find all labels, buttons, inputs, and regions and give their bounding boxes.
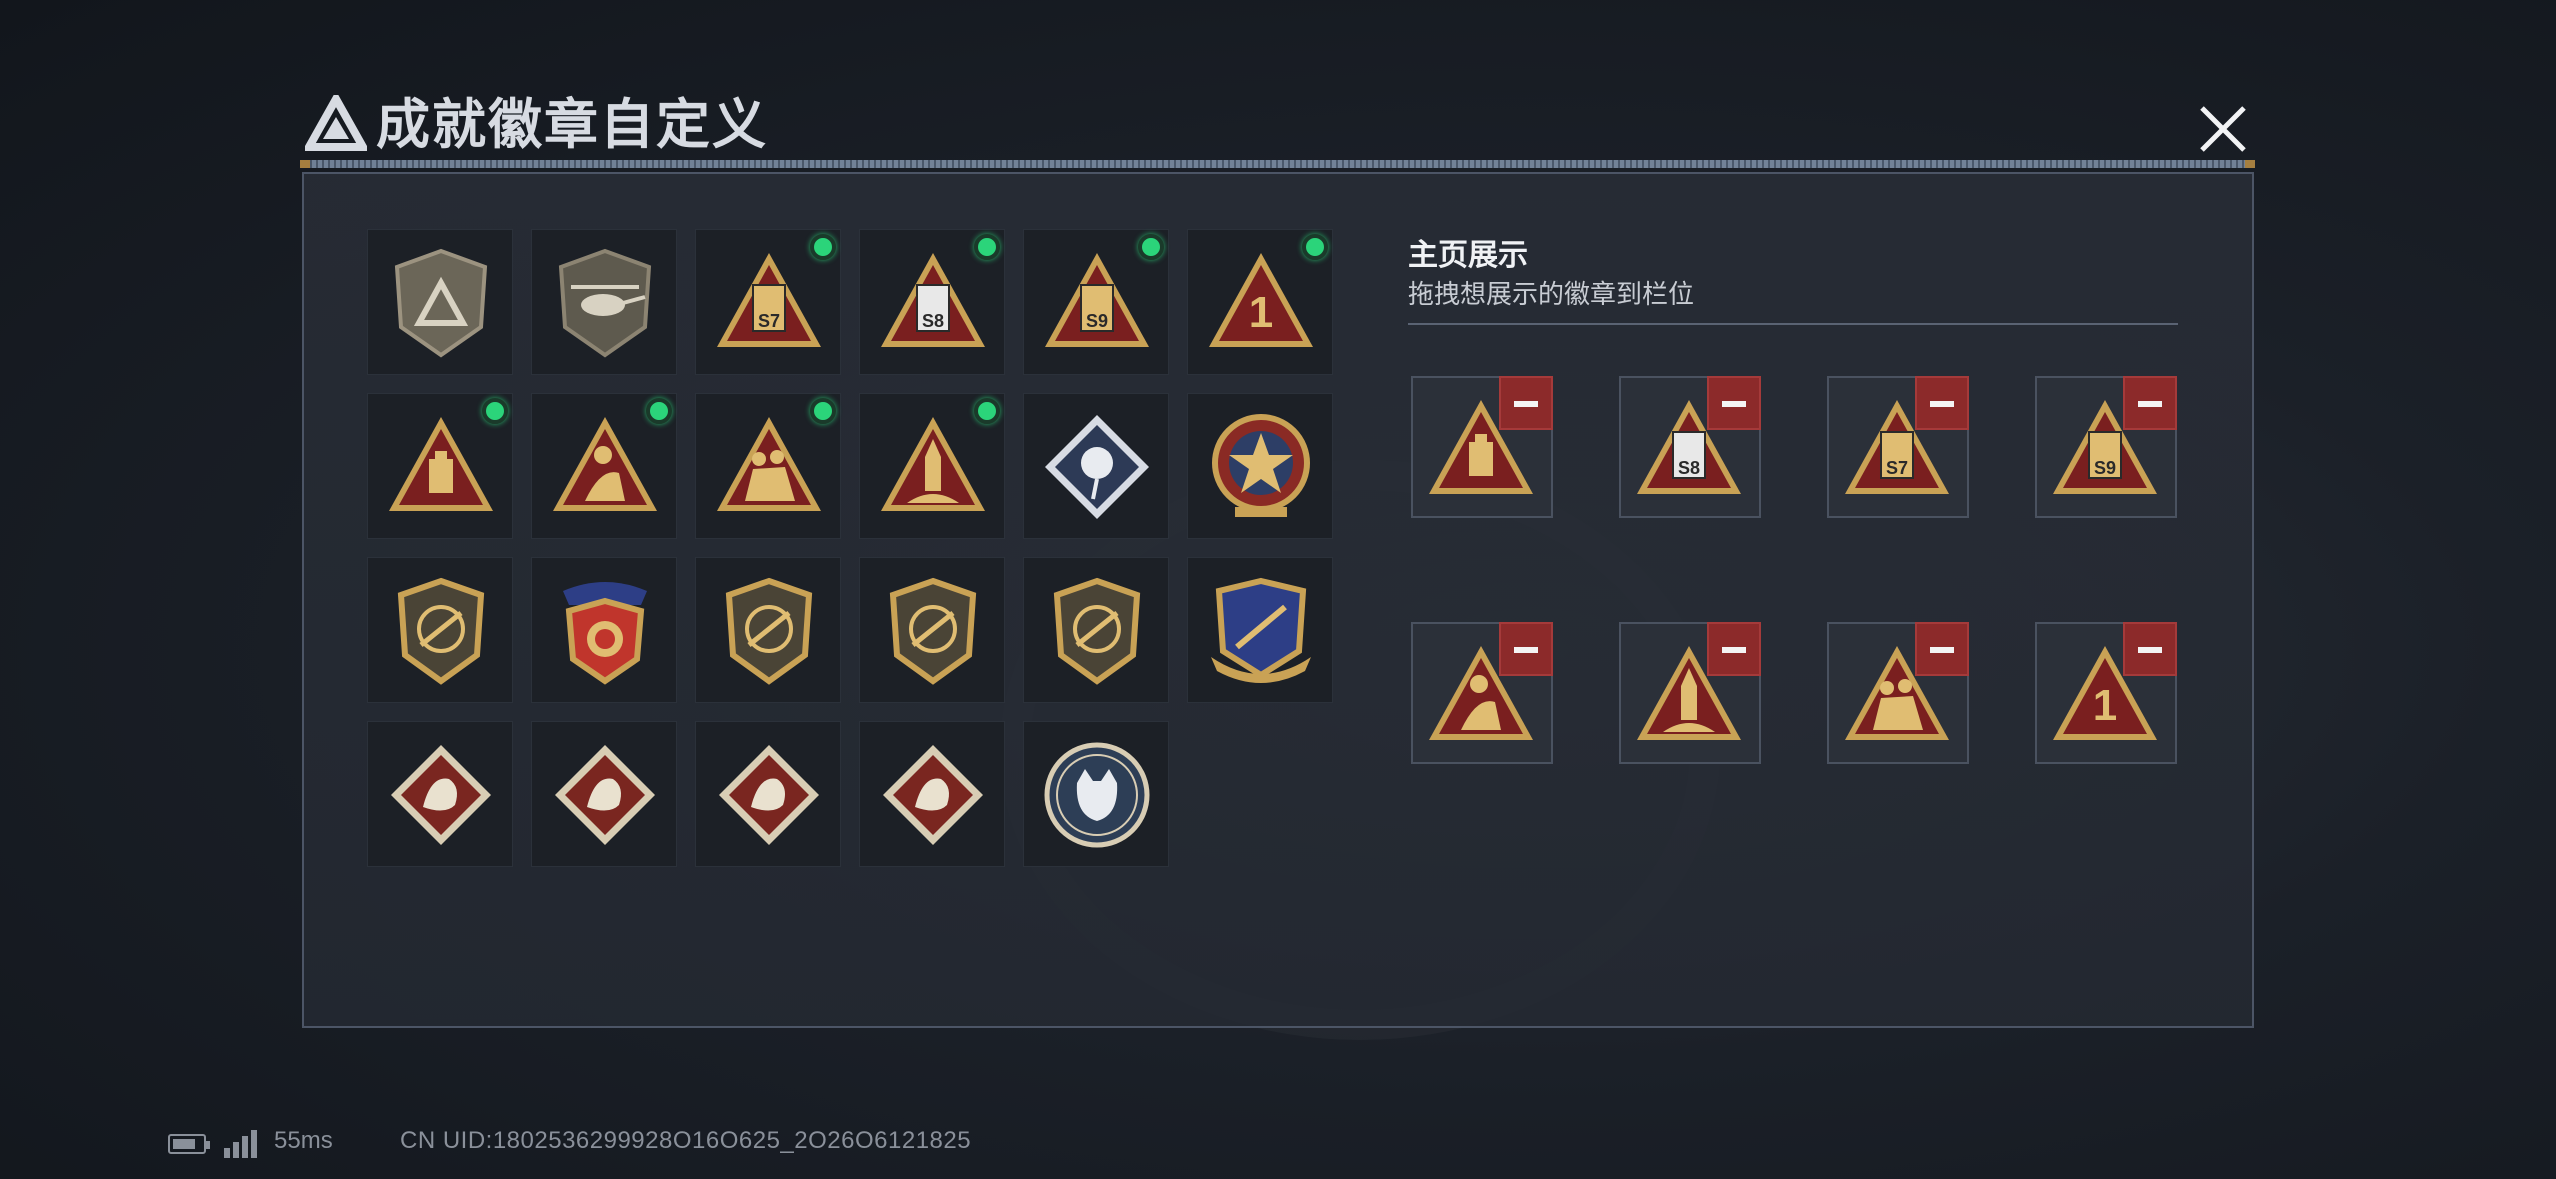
shield-delta-badge-icon	[394, 248, 488, 358]
remove-badge-button[interactable]	[2123, 376, 2177, 430]
display-slot[interactable]	[1827, 622, 1969, 764]
svg-text:S8: S8	[922, 311, 944, 331]
rank-1-triangle-badge-icon: 1	[1209, 253, 1313, 347]
crest-badge-icon	[1211, 577, 1311, 683]
pistol-shield-badge-icon	[1053, 577, 1141, 685]
remove-badge-button[interactable]	[1707, 376, 1761, 430]
badge-tile[interactable]	[859, 557, 1005, 703]
squad-triangle-badge-icon	[717, 417, 821, 511]
badge-tile[interactable]	[1023, 393, 1169, 539]
badge-tile[interactable]	[1023, 557, 1169, 703]
svg-text:S7: S7	[758, 311, 780, 331]
badge-tile[interactable]: S8	[859, 229, 1005, 375]
delta-logo-icon	[305, 95, 367, 151]
display-slot[interactable]: S7	[1827, 376, 1969, 518]
runner-diamond-badge-icon	[883, 745, 983, 845]
display-slot[interactable]	[1619, 622, 1761, 764]
display-slot[interactable]	[1411, 622, 1553, 764]
display-divider	[1408, 323, 2178, 325]
dragon-diamond-badge-2-icon	[719, 745, 819, 845]
rose-diamond-badge-icon	[1045, 415, 1149, 519]
wing-shield-badge-icon	[397, 577, 485, 685]
display-slot[interactable]: S8	[1619, 376, 1761, 518]
remove-badge-button[interactable]	[1707, 622, 1761, 676]
star-medal-badge-icon	[1212, 414, 1310, 517]
new-indicator-dot	[646, 398, 672, 424]
svg-text:S7: S7	[1886, 458, 1908, 478]
badge-tile[interactable]	[1187, 393, 1333, 539]
display-slot[interactable]	[1411, 376, 1553, 518]
helicopter-shield-badge-icon	[558, 248, 652, 358]
svg-text:1: 1	[1249, 288, 1273, 337]
uid-text: CN UID:1802536299928O16O625_2O26O6121825	[400, 1127, 972, 1154]
badge-tile[interactable]	[695, 721, 841, 867]
new-indicator-dot	[810, 398, 836, 424]
rocket-triangle-badge-icon	[881, 417, 985, 511]
svg-text:S9: S9	[2094, 458, 2116, 478]
display-slot[interactable]: S9	[2035, 376, 2177, 518]
svg-text:S9: S9	[1086, 311, 1108, 331]
drive-triangle-badge-icon	[389, 417, 493, 511]
badge-tile[interactable]	[695, 557, 841, 703]
s9-triangle-badge-icon: S9	[1045, 253, 1149, 347]
badge-tile[interactable]	[367, 393, 513, 539]
badge-tile[interactable]	[531, 557, 677, 703]
display-title: 主页展示	[1408, 239, 1528, 272]
svg-text:S8: S8	[1678, 458, 1700, 478]
display-subtitle: 拖拽想展示的徽章到栏位	[1408, 279, 1695, 309]
s7-triangle-badge-icon: S7	[717, 253, 821, 347]
signal-icon	[224, 1128, 260, 1158]
title-divider	[300, 160, 2255, 168]
new-indicator-dot	[974, 398, 1000, 424]
battery-icon	[168, 1134, 210, 1154]
remove-badge-button[interactable]	[1915, 376, 1969, 430]
badge-tile[interactable]	[1023, 721, 1169, 867]
badge-tile[interactable]	[695, 393, 841, 539]
new-indicator-dot	[482, 398, 508, 424]
new-indicator-dot	[1302, 234, 1328, 260]
gem-shield-badge-icon	[725, 577, 813, 685]
soldier-triangle-badge-icon	[553, 417, 657, 511]
badge-tile[interactable]	[367, 721, 513, 867]
remove-badge-button[interactable]	[2123, 622, 2177, 676]
stars-shield-badge-icon	[563, 582, 647, 685]
badge-tile[interactable]	[531, 393, 677, 539]
wildcat-round-badge-icon	[1044, 742, 1150, 848]
badge-tile[interactable]: S9	[1023, 229, 1169, 375]
badge-tile[interactable]	[859, 721, 1005, 867]
dragon-diamond-badge-icon	[555, 745, 655, 845]
badge-tile[interactable]: 1	[1187, 229, 1333, 375]
ping-value: 55ms	[274, 1127, 333, 1154]
close-icon[interactable]	[2190, 96, 2256, 162]
remove-badge-button[interactable]	[1915, 622, 1969, 676]
wolf-diamond-badge-icon	[391, 745, 491, 845]
display-slot[interactable]: 1	[2035, 622, 2177, 764]
new-indicator-dot	[974, 234, 1000, 260]
badge-tile[interactable]: S7	[695, 229, 841, 375]
new-indicator-dot	[1138, 234, 1164, 260]
s8-triangle-badge-icon: S8	[881, 253, 985, 347]
badge-tile[interactable]	[859, 393, 1005, 539]
new-indicator-dot	[810, 234, 836, 260]
svg-text:1: 1	[2093, 681, 2117, 730]
badge-tile[interactable]	[367, 557, 513, 703]
badge-tile[interactable]	[531, 721, 677, 867]
window-title: 成就徽章自定义	[376, 95, 768, 155]
badge-tile[interactable]	[367, 229, 513, 375]
rifle-shield-badge-icon	[889, 577, 977, 685]
remove-badge-button[interactable]	[1499, 376, 1553, 430]
remove-badge-button[interactable]	[1499, 622, 1553, 676]
badge-tile[interactable]	[531, 229, 677, 375]
badge-tile[interactable]	[1187, 557, 1333, 703]
